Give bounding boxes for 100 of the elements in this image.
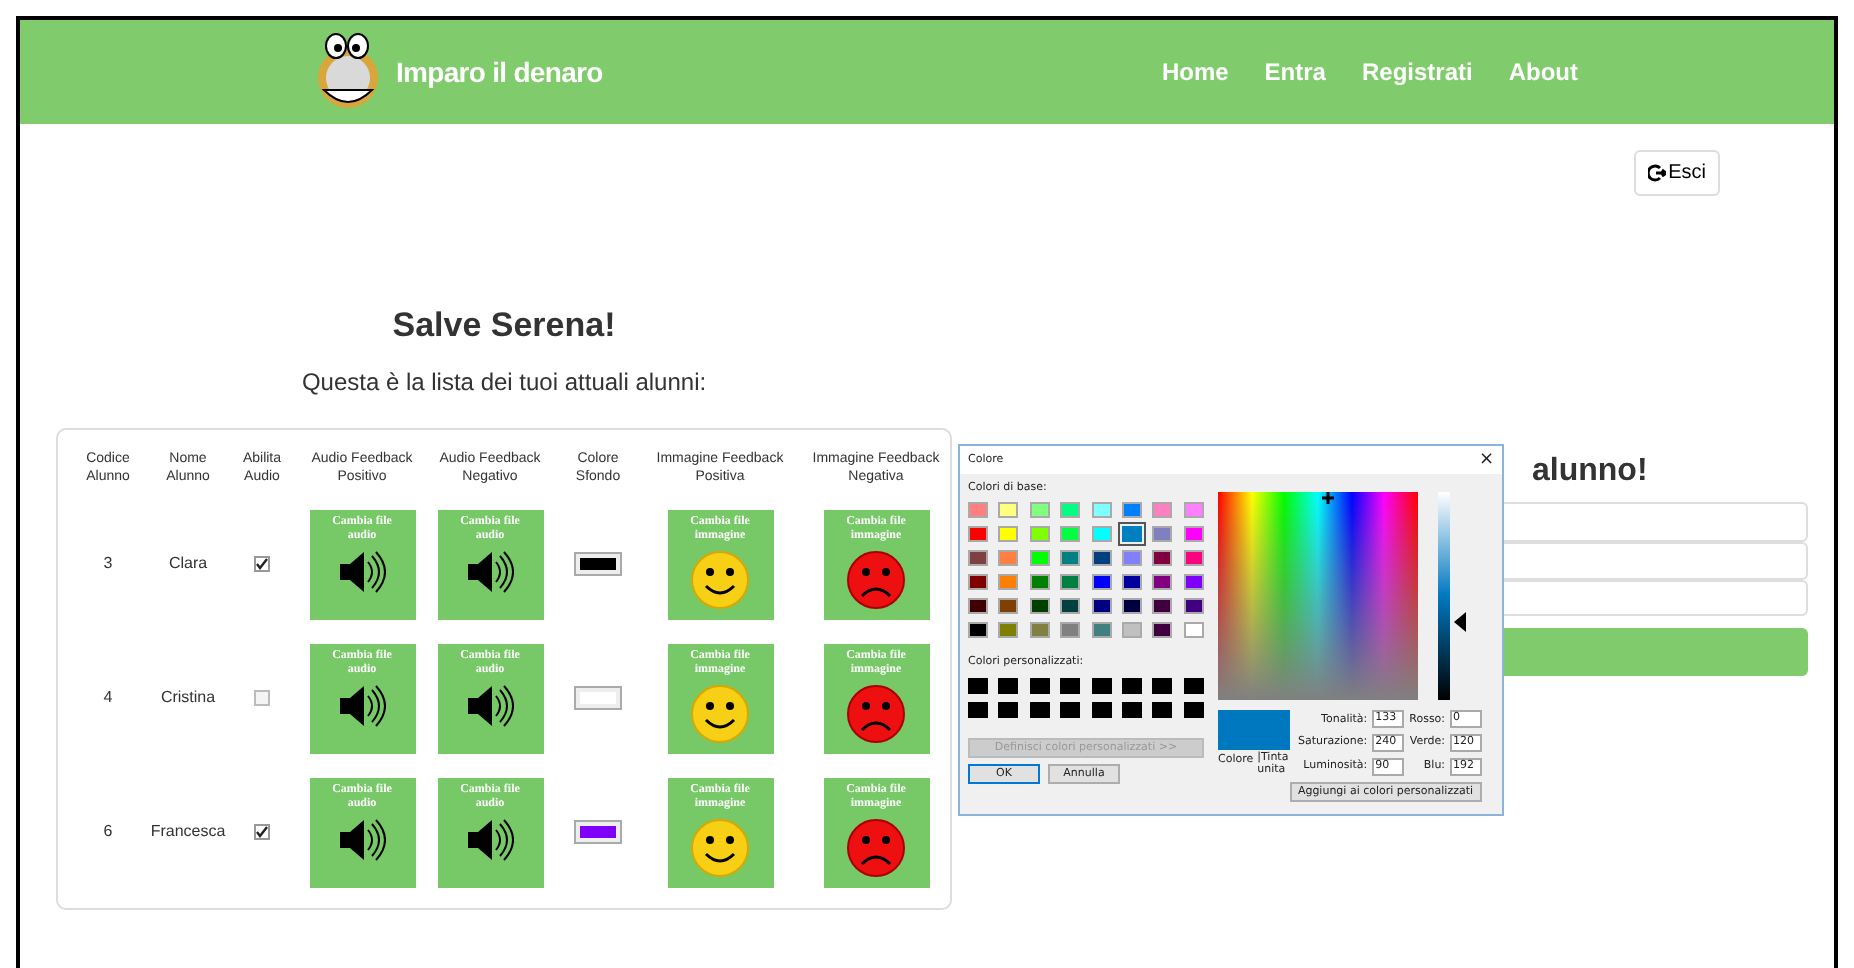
color-swatch[interactable]	[1091, 622, 1111, 639]
sad-face-icon	[846, 683, 906, 743]
smiley-face-icon	[690, 549, 750, 609]
color-swatch[interactable]	[1091, 574, 1111, 591]
color-swatch[interactable]	[1091, 598, 1111, 615]
color-swatch[interactable]	[1121, 550, 1142, 567]
color-swatch[interactable]	[1060, 502, 1081, 519]
nav-link[interactable]: About	[1508, 54, 1578, 90]
color-swatch[interactable]	[968, 622, 988, 639]
speaker-icon	[466, 549, 514, 593]
custom-color-swatch[interactable]	[968, 701, 988, 717]
custom-color-swatch[interactable]	[1029, 701, 1050, 717]
custom-color-swatch[interactable]	[998, 701, 1019, 717]
color-swatch[interactable]	[1183, 526, 1204, 543]
color-spectrum-drawing[interactable]	[1218, 492, 1418, 700]
color-swatch[interactable]	[1029, 598, 1050, 615]
speaker-icon	[338, 549, 386, 593]
subtitle: Questa è la lista dei tuoi attuali alunni:	[301, 365, 707, 399]
color-picker-swatch[interactable]	[574, 552, 622, 576]
custom-color-swatch[interactable]	[1183, 701, 1204, 717]
sad-face-icon	[846, 549, 906, 609]
color-swatch[interactable]	[1152, 526, 1173, 543]
color-swatch[interactable]	[1152, 598, 1173, 615]
color-swatch[interactable]	[1121, 622, 1142, 639]
color-swatch[interactable]	[1060, 550, 1081, 567]
custom-color-swatch[interactable]	[1091, 677, 1111, 693]
custom-color-swatch[interactable]	[968, 677, 988, 693]
color-swatch[interactable]	[998, 502, 1019, 519]
nav-link[interactable]: Entra	[1264, 54, 1326, 90]
audio-checkbox[interactable]	[254, 690, 270, 706]
color-swatch[interactable]	[1060, 574, 1081, 591]
color-swatch[interactable]	[968, 502, 988, 519]
close-button[interactable]: ×	[1478, 451, 1494, 469]
color-swatch[interactable]	[1152, 574, 1173, 591]
color-swatch[interactable]	[968, 550, 988, 567]
color-swatch[interactable]	[1060, 526, 1081, 543]
color-swatch[interactable]	[1121, 502, 1142, 519]
color-swatch[interactable]	[1183, 502, 1204, 519]
color-swatch[interactable]	[998, 622, 1019, 639]
color-swatch[interactable]	[1152, 622, 1173, 639]
color-swatch[interactable]	[968, 598, 988, 615]
color-swatch[interactable]	[1183, 622, 1204, 639]
color-swatch[interactable]	[998, 550, 1019, 567]
custom-color-swatch[interactable]	[1121, 677, 1142, 693]
luminance-slider[interactable]	[1438, 492, 1466, 700]
color-swatch[interactable]	[1091, 526, 1111, 543]
audio-checkbox[interactable]	[254, 824, 270, 840]
slider-arrow-icon[interactable]	[1454, 612, 1466, 632]
color-swatch[interactable]	[1121, 526, 1142, 543]
table-cell: 3	[103, 552, 113, 576]
color-swatch[interactable]	[1060, 622, 1081, 639]
color-swatch[interactable]	[1029, 622, 1050, 639]
speaker-icon	[466, 683, 514, 727]
color-swatch[interactable]	[1152, 550, 1173, 567]
color-swatch[interactable]	[1029, 502, 1050, 519]
logout-button[interactable]: Esci	[1634, 150, 1720, 196]
smiley-face-icon	[690, 683, 750, 743]
nav-link[interactable]: Home	[1161, 54, 1229, 90]
audio-checkbox[interactable]	[254, 556, 270, 572]
custom-color-swatch[interactable]	[998, 677, 1019, 693]
custom-color-swatch[interactable]	[1060, 701, 1081, 717]
color-picker-swatch[interactable]	[574, 686, 622, 710]
table-cell: 4	[103, 686, 113, 710]
brand-link[interactable]: Imparo il denaro	[396, 51, 603, 93]
color-swatch[interactable]	[1029, 550, 1050, 567]
custom-color-swatch[interactable]	[1060, 677, 1081, 693]
custom-color-swatch[interactable]	[1029, 677, 1050, 693]
table-cell: Francesca	[150, 820, 226, 844]
color-swatch[interactable]	[1152, 502, 1173, 519]
speaker-icon	[466, 817, 514, 861]
logout-icon	[1648, 164, 1667, 182]
color-swatch[interactable]	[998, 574, 1019, 591]
table-cell: 6	[103, 820, 113, 844]
color-swatch[interactable]	[1183, 598, 1204, 615]
color-swatch[interactable]	[1183, 574, 1204, 591]
color-swatch[interactable]	[998, 526, 1019, 543]
color-picker-swatch[interactable]	[574, 820, 622, 844]
color-swatch[interactable]	[1183, 550, 1204, 567]
sad-face-icon	[846, 817, 906, 877]
color-swatch[interactable]	[1091, 502, 1111, 519]
color-swatch[interactable]	[1121, 574, 1142, 591]
speaker-icon	[338, 817, 386, 861]
color-swatch[interactable]	[1029, 526, 1050, 543]
nav-link[interactable]: Registrati	[1361, 54, 1473, 90]
form-heading: alunno!	[1532, 452, 1648, 492]
custom-color-swatch[interactable]	[1091, 701, 1111, 717]
custom-color-swatch[interactable]	[1152, 677, 1173, 693]
color-swatch[interactable]	[1091, 550, 1111, 567]
color-swatch[interactable]	[1060, 598, 1081, 615]
table-cell: Cristina	[160, 686, 216, 710]
color-swatch[interactable]	[1029, 574, 1050, 591]
color-swatch[interactable]	[968, 526, 988, 543]
table-cell: Clara	[168, 552, 208, 576]
color-swatch[interactable]	[1121, 598, 1142, 615]
greeting-heading: Salve Serena!	[392, 304, 616, 348]
custom-color-swatch[interactable]	[1121, 701, 1142, 717]
color-swatch[interactable]	[968, 574, 988, 591]
custom-color-swatch[interactable]	[1183, 677, 1204, 693]
color-swatch[interactable]	[998, 598, 1019, 615]
custom-color-swatch[interactable]	[1152, 701, 1173, 717]
